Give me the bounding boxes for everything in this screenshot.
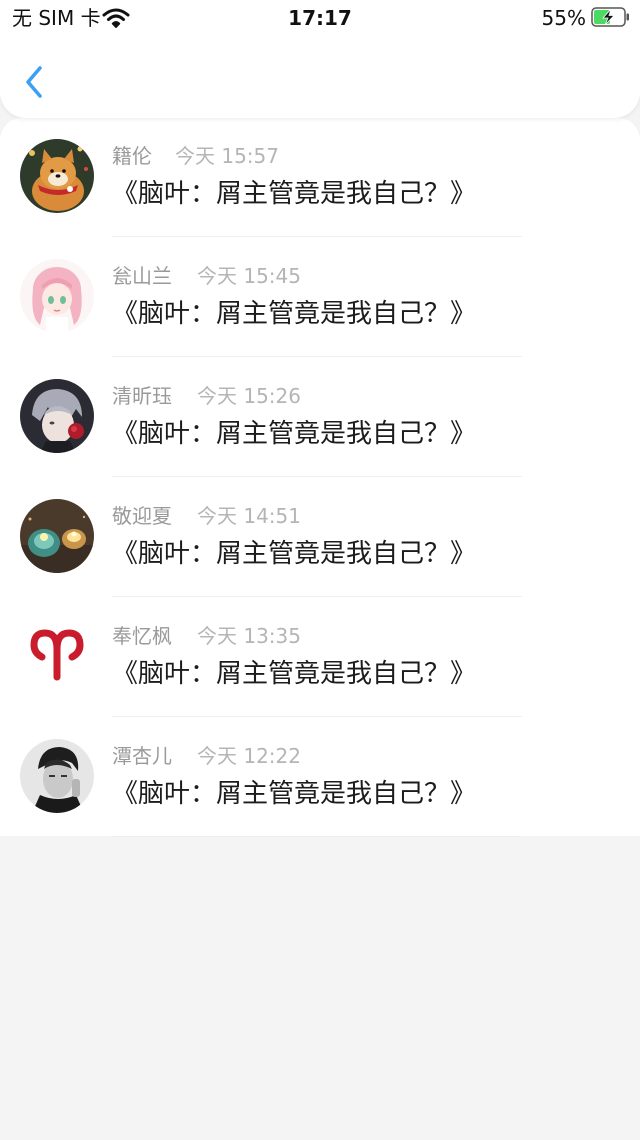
comment-time: 今天 14:51 [197,504,301,528]
comment-text: 《脑叶：屑主管竟是我自己？》 [112,779,477,809]
comment-item[interactable]: 敬迎夏 今天 14:51 《脑叶：屑主管竟是我自己？》 [0,478,640,598]
commenter-name: 奉忆枫 [112,624,172,648]
divider [112,836,522,837]
anime-boy-rose-avatar[interactable] [20,379,94,453]
comment-text: 《脑叶：屑主管竟是我自己？》 [112,179,477,209]
comment-item[interactable]: 潭杏儿 今天 12:22 《脑叶：屑主管竟是我自己？》 [0,718,640,838]
comment-time: 今天 15:57 [175,144,279,168]
chevron-left-icon [26,66,42,98]
comment-text: 《脑叶：屑主管竟是我自己？》 [112,299,477,329]
commenter-name: 潭杏儿 [112,744,172,768]
commenter-name: 瓮山兰 [112,264,172,288]
divider [112,356,522,357]
divider [112,596,522,597]
anime-girl-pink-hair-avatar[interactable] [20,259,94,333]
comment-text: 《脑叶：屑主管竟是我自己？》 [112,659,477,689]
battery-percent: 55% [541,6,586,30]
comment-item[interactable]: 奉忆枫 今天 13:35 《脑叶：屑主管竟是我自己？》 [0,598,640,718]
battery-charging-icon [591,7,629,27]
comment-item[interactable]: 籍伦 今天 15:57 《脑叶：屑主管竟是我自己？》 [0,118,640,238]
candle-jars-avatar[interactable] [20,499,94,573]
man-portrait-bw-avatar[interactable] [20,739,94,813]
comment-list: 籍伦 今天 15:57 《脑叶：屑主管竟是我自己？》 瓮山兰 今天 15:45 … [0,118,640,838]
comment-time: 今天 15:26 [197,384,301,408]
comment-text: 《脑叶：屑主管竟是我自己？》 [112,539,477,569]
status-bar: 无 SIM 卡 17:17 55% [0,0,640,36]
shiba-dog-avatar[interactable] [20,139,94,213]
aries-symbol-avatar[interactable] [20,619,94,693]
comment-item[interactable]: 瓮山兰 今天 15:45 《脑叶：屑主管竟是我自己？》 [0,238,640,358]
commenter-name: 敬迎夏 [112,504,172,528]
comment-text: 《脑叶：屑主管竟是我自己？》 [112,419,477,449]
comment-time: 今天 15:45 [197,264,301,288]
divider [112,716,522,717]
divider [112,476,522,477]
divider [112,236,522,237]
commenter-name: 清昕珏 [112,384,172,408]
comment-time: 今天 12:22 [197,744,301,768]
header: 无 SIM 卡 17:17 55% [0,0,640,118]
comment-time: 今天 13:35 [197,624,301,648]
back-button[interactable] [18,62,52,102]
commenter-name: 籍伦 [112,144,152,168]
comment-item[interactable]: 清昕珏 今天 15:26 《脑叶：屑主管竟是我自己？》 [0,358,640,478]
